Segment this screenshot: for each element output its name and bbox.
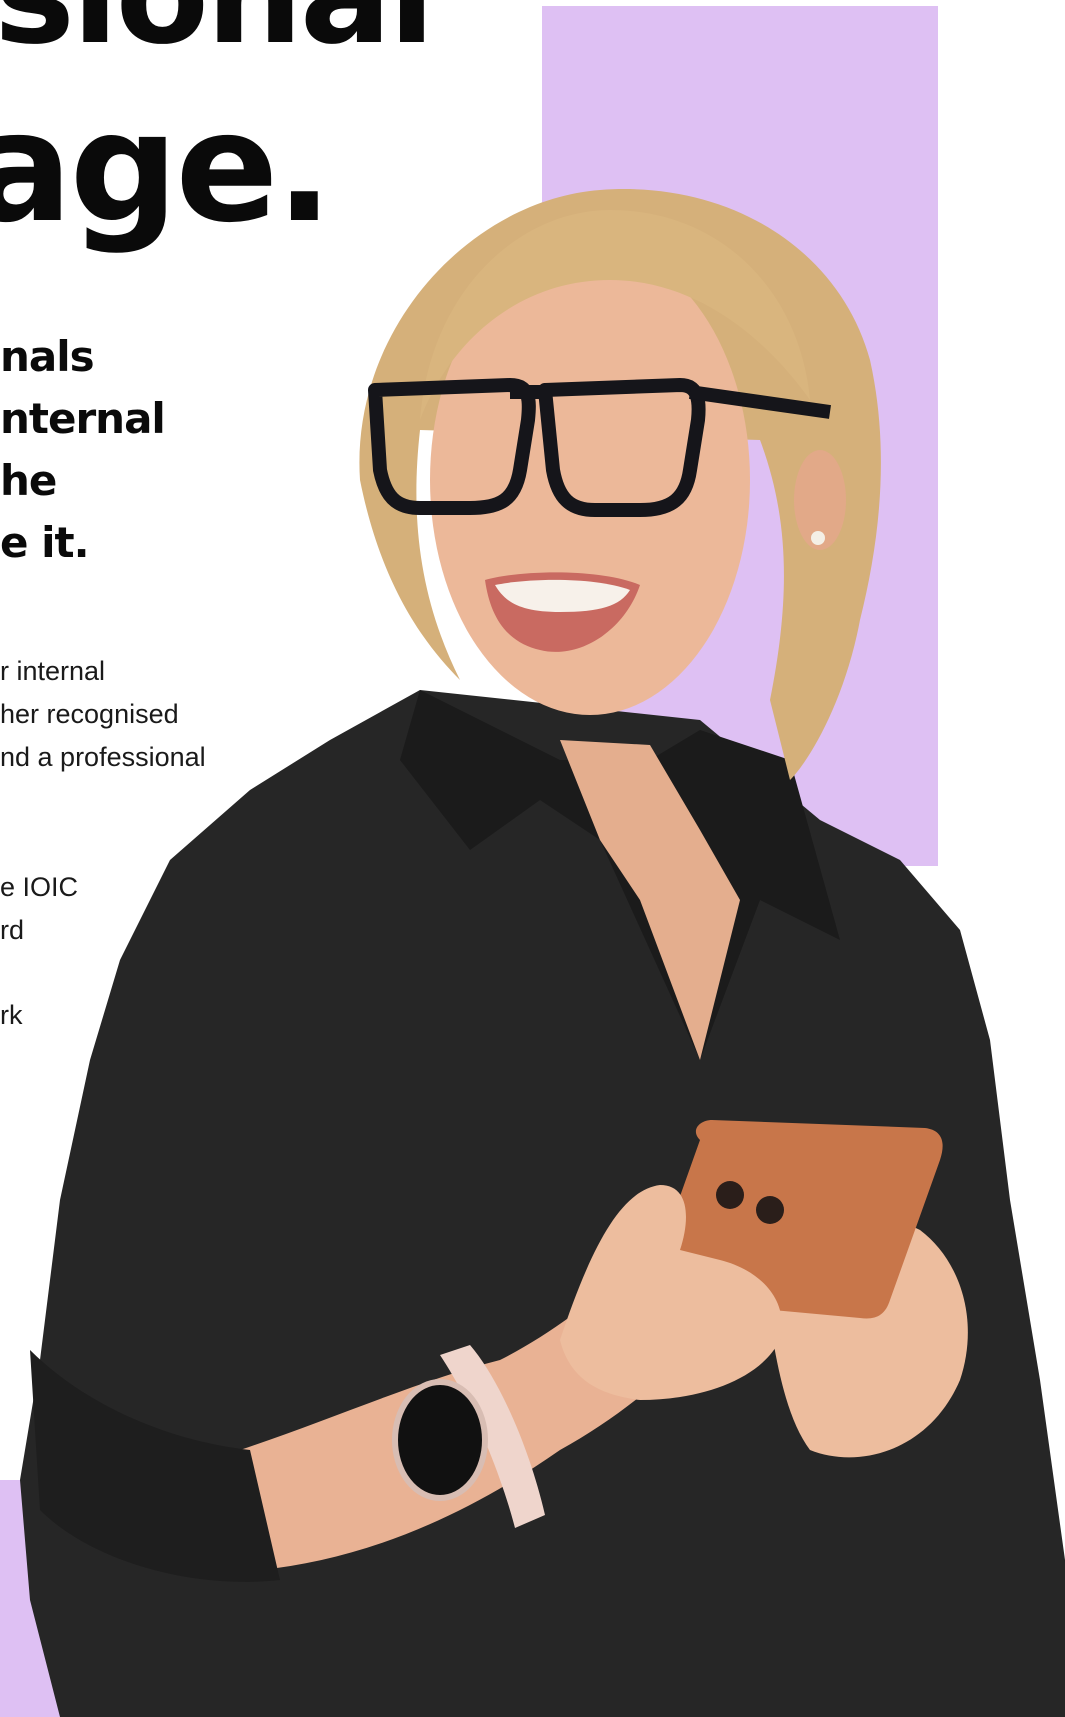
watch-face	[392, 1379, 488, 1501]
smiling-woman-with-phone-photo	[20, 189, 1065, 1717]
phone-camera	[716, 1181, 744, 1209]
earring	[811, 531, 825, 545]
phone-camera	[756, 1196, 784, 1224]
